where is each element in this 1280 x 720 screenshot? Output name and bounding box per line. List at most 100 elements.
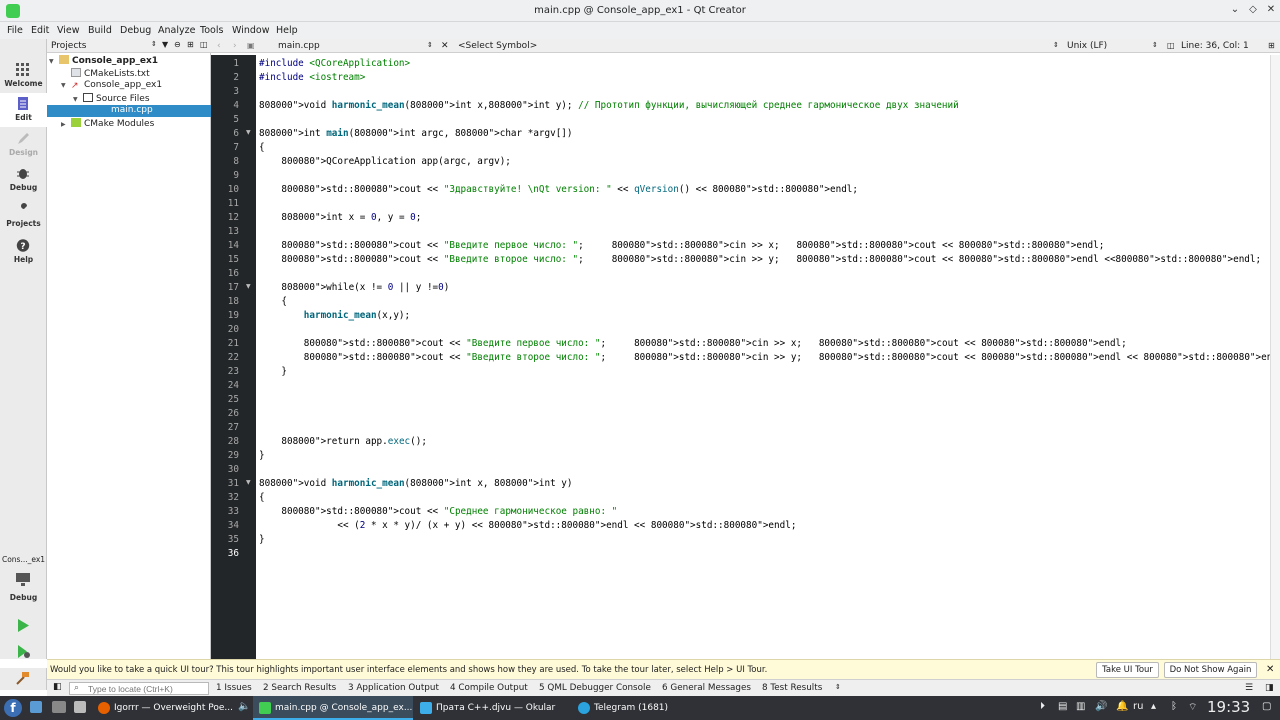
build-button[interactable] (0, 668, 47, 690)
back-icon[interactable]: ‹ (217, 41, 221, 51)
show-desktop-icon[interactable]: ▢ (1262, 701, 1271, 712)
menu-build[interactable]: Build (88, 25, 112, 36)
app-launcher-icon[interactable]: f (4, 699, 22, 717)
mode-design[interactable]: Design (0, 128, 47, 162)
run-button[interactable] (0, 615, 47, 639)
split-icon[interactable]: ⊞ (187, 40, 194, 49)
locator[interactable]: ⌕ (69, 682, 209, 695)
menu-analyze[interactable]: Analyze (158, 25, 195, 36)
network-icon[interactable]: ⌔ (1188, 701, 1197, 714)
dropdown-icon[interactable]: ⇕ (427, 41, 433, 49)
volume-icon[interactable]: 🔊 (1095, 701, 1107, 712)
close-pane-icon[interactable]: ◫ (200, 40, 208, 49)
menu-edit[interactable]: Edit (31, 25, 49, 36)
code-line: 808000">void harmonic_mean(808000">int x… (259, 478, 573, 489)
tree-item-main-cpp[interactable]: main.cpp (47, 105, 211, 117)
dropdown-icon[interactable]: ⇕ (1152, 41, 1158, 49)
task-firefox[interactable]: Igorrr — Overweight Poe... 🔈 (92, 696, 252, 720)
line-number: 5 (233, 114, 239, 125)
close-infobar-icon[interactable]: ✕ (1266, 664, 1274, 675)
activity-icon[interactable] (52, 701, 66, 713)
clipboard-icon[interactable]: ▤ (1058, 701, 1067, 712)
media-icon[interactable]: ⏵ (1040, 701, 1045, 712)
menu-debug[interactable]: Debug (120, 25, 151, 36)
fold-marker-icon[interactable]: ▼ (246, 283, 251, 290)
tab-qml-debugger-console[interactable]: 5 QML Debugger Console (539, 683, 651, 693)
kit-selector[interactable]: Debug (0, 569, 47, 603)
menu-view[interactable]: View (57, 25, 80, 36)
open-document-select[interactable]: main.cpp (278, 41, 320, 51)
close-document-icon[interactable]: ✕ (441, 41, 449, 51)
line-ending-select[interactable]: Unix (LF) (1067, 41, 1107, 51)
folder-icon (83, 93, 93, 102)
expand-icon[interactable]: ▶ (61, 121, 71, 128)
code-line: 800080">std::800080">cout << "Введите пе… (281, 240, 1105, 251)
collapse-icon[interactable]: ▼ (61, 82, 71, 89)
vertical-scrollbar[interactable] (1270, 55, 1280, 659)
tree-item-cmake-modules[interactable]: ▶ CMake Modules (61, 118, 154, 130)
tab-general-messages[interactable]: 6 General Messages (662, 683, 751, 693)
tab-application-output[interactable]: 3 Application Output (348, 683, 439, 693)
collapse-icon[interactable]: ▼ (73, 96, 83, 103)
mode-debug[interactable]: Debug (0, 163, 47, 197)
code-line: harmonic_mean(x,y); (303, 310, 411, 321)
debug-run-button[interactable] (0, 641, 47, 665)
do-not-show-again-button[interactable]: Do Not Show Again (1164, 662, 1257, 678)
fold-marker-icon[interactable]: ▼ (246, 479, 251, 486)
document-icon (18, 97, 28, 110)
tab-test-results[interactable]: 8 Test Results (762, 683, 822, 693)
tree-item-project[interactable]: ▼ Console_app_ex1 (49, 55, 158, 67)
progress-details-icon[interactable]: ☰ (1245, 683, 1253, 693)
pager-icon[interactable] (30, 701, 42, 713)
mode-edit[interactable]: Edit (0, 93, 47, 127)
menu-file[interactable]: File (7, 25, 23, 36)
toggle-output-icon[interactable]: ◨ (1265, 683, 1274, 693)
bluetooth-icon[interactable]: ᛒ (1171, 701, 1177, 712)
menu-tools[interactable]: Tools (200, 25, 223, 36)
mode-help[interactable]: ? Help (0, 235, 47, 269)
split-editor-icon[interactable]: ◫ (1167, 41, 1175, 50)
task-qt-creator[interactable]: main.cpp @ Console_app_ex... (253, 696, 413, 720)
mode-projects[interactable]: Projects (0, 199, 47, 233)
filter-icon[interactable]: ▼ (162, 40, 168, 49)
code-line: { (259, 492, 265, 503)
split-icon[interactable]: ⊞ (1268, 41, 1275, 50)
language-indicator[interactable]: ru (1133, 701, 1143, 712)
task-okular[interactable]: Прата C++.djvu — Okular (414, 696, 569, 720)
line-number: 27 (227, 422, 239, 433)
more-tabs-icon[interactable]: ⇕ (835, 683, 841, 691)
symbol-select[interactable]: <Select Symbol> (458, 41, 537, 51)
tab-search-results[interactable]: 2 Search Results (263, 683, 336, 693)
tree-item-source-files[interactable]: ▼ Source Files (73, 93, 150, 105)
tree-item-target[interactable]: ▼ ↗ Console_app_ex1 (61, 80, 162, 92)
fold-marker-icon[interactable]: ▼ (246, 129, 251, 136)
files-icon[interactable] (74, 701, 86, 713)
line-number: 23 (227, 366, 239, 377)
menu-window[interactable]: Window (232, 25, 269, 36)
task-telegram[interactable]: Telegram (1681) (572, 696, 732, 720)
code-editor[interactable]: #include <QCoreApplication> #include <ios… (256, 55, 1280, 659)
tree-item-cmakelists[interactable]: CMakeLists.txt (61, 68, 150, 80)
code-line: } (259, 534, 265, 545)
notifications-icon[interactable]: 🔔 (1116, 701, 1128, 712)
minimize-button[interactable]: ⌄ (1228, 4, 1242, 15)
link-icon[interactable]: ⊖ (174, 40, 181, 49)
tab-compile-output[interactable]: 4 Compile Output (450, 683, 528, 693)
line-number: 2 (233, 72, 239, 83)
updates-icon[interactable]: ▥ (1076, 701, 1085, 712)
monitor-icon (16, 573, 30, 586)
locator-input[interactable] (88, 683, 206, 694)
line-number: 8 (233, 156, 239, 167)
collapse-icon[interactable]: ▼ (49, 58, 59, 65)
take-ui-tour-button[interactable]: Take UI Tour (1096, 662, 1159, 678)
mode-welcome[interactable]: Welcome (0, 59, 47, 93)
tray-expand-icon[interactable]: ▴ (1151, 701, 1156, 712)
dropdown-icon[interactable]: ⇕ (151, 40, 157, 48)
tab-issues[interactable]: 1 Issues (216, 683, 252, 693)
forward-icon[interactable]: › (233, 41, 237, 51)
maximize-button[interactable]: ◇ (1246, 4, 1260, 15)
menu-help[interactable]: Help (276, 25, 298, 36)
close-button[interactable]: ✕ (1264, 4, 1278, 15)
dropdown-icon[interactable]: ⇕ (1053, 41, 1059, 49)
toggle-sidebar-icon[interactable]: ◧ (53, 682, 62, 692)
